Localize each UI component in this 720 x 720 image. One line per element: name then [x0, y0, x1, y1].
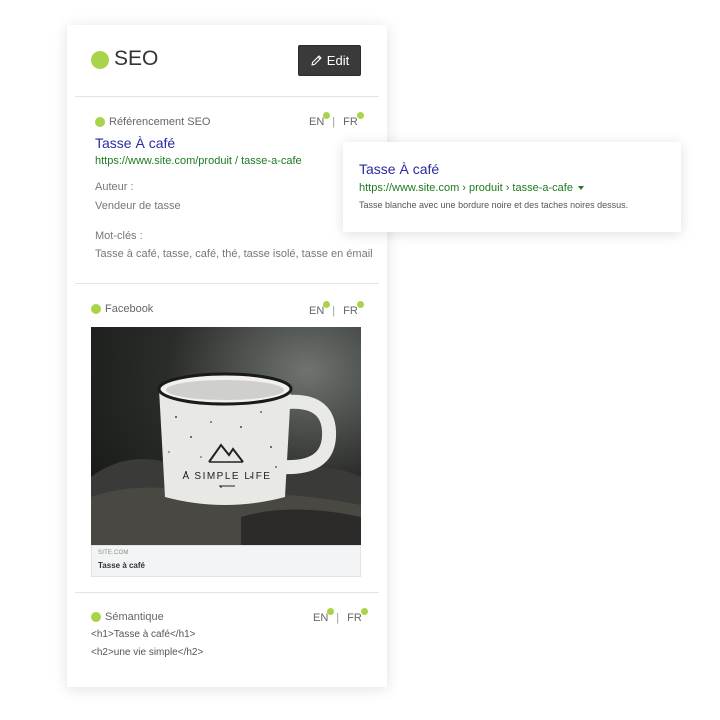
google-preview-title[interactable]: Tasse À café: [359, 161, 439, 177]
facebook-card-title: Tasse à café: [98, 561, 145, 570]
google-preview-url: https://www.site.com › produit › tasse-a…: [359, 182, 584, 194]
lang-fr-toggle[interactable]: FR: [343, 112, 364, 128]
google-preview-description: Tasse blanche avec une bordure noire et …: [359, 200, 629, 210]
semantic-h2-line: <h2>une vie simple</h2>: [91, 647, 204, 658]
lang-en-indicator: [323, 301, 331, 308]
seo-panel: SEO Edit Référencement SEO EN | FR Tasse À…: [67, 25, 387, 687]
divider: [75, 592, 379, 593]
keywords-value: Tasse à café, tasse, café, thé, tasse is…: [95, 248, 373, 260]
lang-fr-indicator: [360, 608, 368, 615]
edit-button[interactable]: Edit: [298, 45, 361, 76]
facebook-section-dot: [91, 304, 101, 314]
semantic-section-label: Sémantique: [91, 611, 164, 623]
facebook-site: SITE.COM: [98, 550, 129, 556]
seo-title-link[interactable]: Tasse À café: [95, 135, 175, 151]
panel-header: SEO Edit: [67, 25, 387, 97]
seo-url: https://www.site.com/produit / tasse-a-c…: [95, 155, 302, 167]
seo-section-dot: [95, 117, 105, 127]
semantic-section-dot: [91, 612, 101, 622]
keywords-label: Mot-clés :: [95, 230, 143, 242]
facebook-section-label: Facebook: [91, 303, 153, 315]
lang-en-toggle[interactable]: EN: [309, 112, 331, 128]
lang-en-toggle[interactable]: EN: [309, 301, 331, 317]
seo-language-switch: EN | FR: [309, 112, 364, 128]
seo-section-label: Référencement SEO: [95, 116, 211, 128]
divider: [75, 283, 379, 284]
seo-status-dot: [91, 51, 109, 69]
facebook-language-switch: EN | FR: [309, 301, 364, 317]
facebook-preview-image: A SIMPLE LIFE: [91, 327, 361, 545]
lang-en-indicator: [327, 608, 335, 615]
lang-fr-toggle[interactable]: FR: [347, 608, 368, 624]
mug-photo: A SIMPLE LIFE: [91, 372, 361, 545]
panel-title: SEO: [114, 47, 159, 70]
facebook-preview-caption: SITE.COM Tasse à café: [91, 545, 361, 577]
lang-en-indicator: [323, 112, 331, 119]
lang-fr-indicator: [356, 301, 364, 308]
lang-fr-toggle[interactable]: FR: [343, 301, 364, 317]
lang-en-toggle[interactable]: EN: [313, 608, 335, 624]
pencil-icon: [310, 54, 323, 67]
edit-button-label: Edit: [326, 53, 350, 68]
author-label: Auteur :: [95, 181, 134, 193]
mug-text: A SIMPLE LIFE: [183, 471, 272, 482]
divider: [75, 96, 379, 97]
semantic-h1-line: <h1>Tasse à café</h1>: [91, 629, 196, 640]
google-preview-card: Tasse À café https://www.site.com › prod…: [343, 142, 681, 232]
lang-fr-indicator: [356, 112, 364, 119]
semantic-language-switch: EN | FR: [313, 608, 368, 624]
author-value: Vendeur de tasse: [95, 200, 181, 212]
dropdown-caret-icon[interactable]: [577, 186, 584, 191]
